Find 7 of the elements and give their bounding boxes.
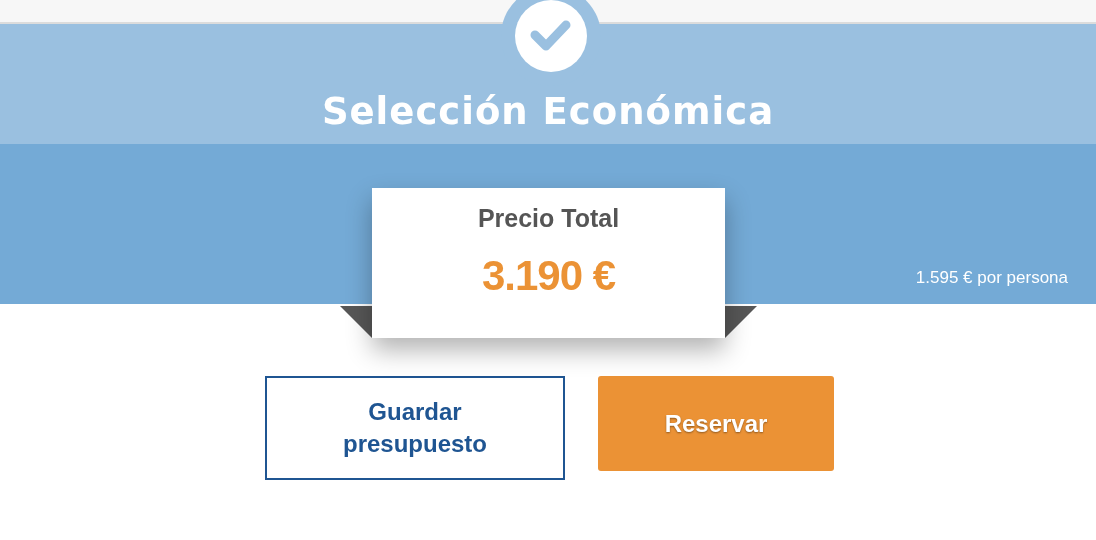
save-button[interactable]: Guardar presupuesto [265,376,565,480]
price-label: Precio Total [477,203,620,234]
ribbon-fold [340,306,372,338]
per-person-price: 1.595 € por persona [915,267,1068,289]
ribbon-fold [725,306,757,338]
total-price: 3.190 € [481,250,616,301]
section-title: Selección Económica [321,93,775,130]
